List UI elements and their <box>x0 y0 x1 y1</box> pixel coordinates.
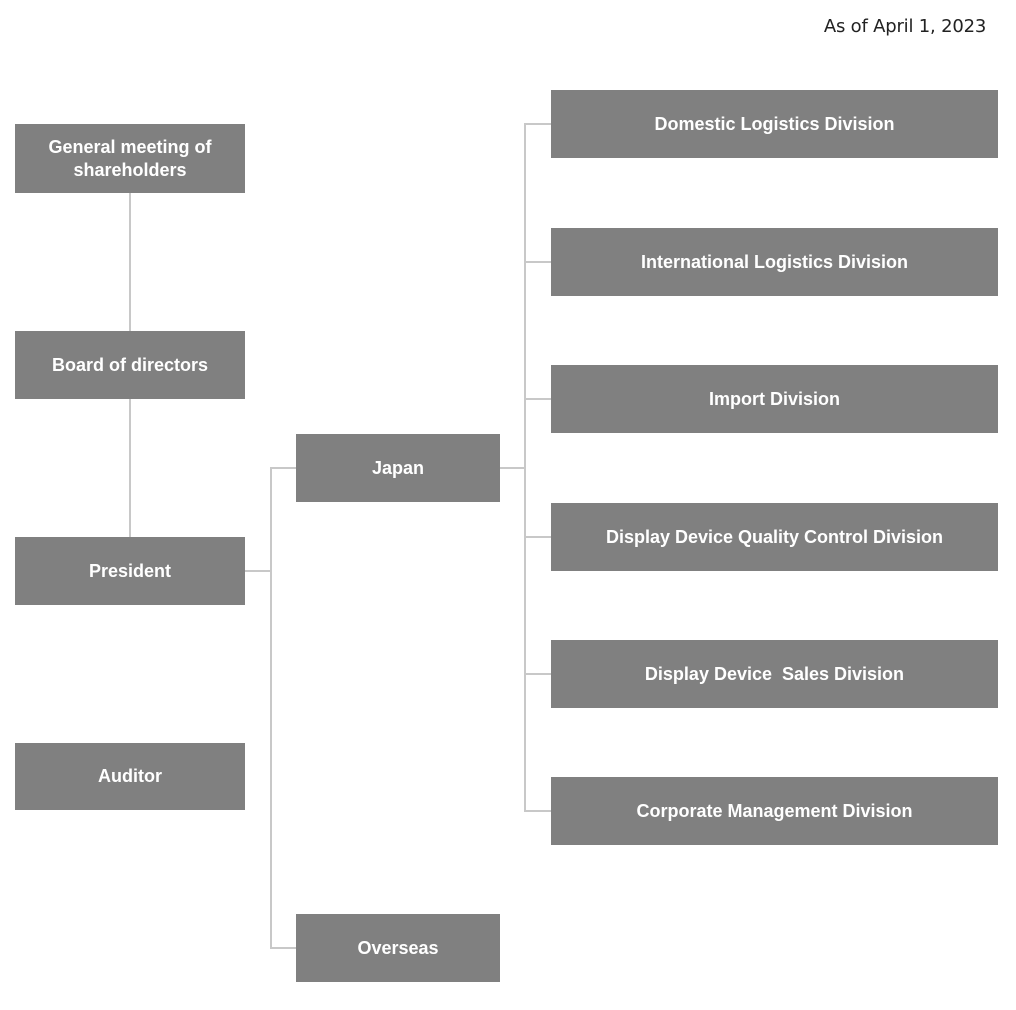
node-overseas: Overseas <box>296 914 500 982</box>
connector-division-6 <box>524 810 551 812</box>
node-auditor: Auditor <box>15 743 245 810</box>
connector-division-4 <box>524 536 551 538</box>
connector-region-trunk <box>270 467 272 949</box>
connector-division-1 <box>524 123 551 125</box>
node-display-device-sales-division: Display Device Sales Division <box>551 640 998 708</box>
node-board-of-directors: Board of directors <box>15 331 245 399</box>
connector-japan-branch <box>499 467 526 469</box>
node-japan: Japan <box>296 434 500 502</box>
node-display-device-quality-control-division: Display Device Quality Control Division <box>551 503 998 571</box>
connector-president-branch <box>244 570 271 572</box>
connector-board-president <box>129 399 131 537</box>
connector-division-trunk <box>524 123 526 812</box>
node-international-logistics-division: International Logistics Division <box>551 228 998 296</box>
connector-to-overseas <box>270 947 297 949</box>
node-shareholders: General meeting of shareholders <box>15 124 245 193</box>
connector-to-japan <box>270 467 297 469</box>
connector-division-2 <box>524 261 551 263</box>
node-import-division: Import Division <box>551 365 998 433</box>
node-president: President <box>15 537 245 605</box>
as-of-date: As of April 1, 2023 <box>823 16 987 37</box>
connector-division-5 <box>524 673 551 675</box>
connector-shareholders-board <box>129 193 131 331</box>
node-corporate-management-division: Corporate Management Division <box>551 777 998 845</box>
node-domestic-logistics-division: Domestic Logistics Division <box>551 90 998 158</box>
connector-division-3 <box>524 398 551 400</box>
